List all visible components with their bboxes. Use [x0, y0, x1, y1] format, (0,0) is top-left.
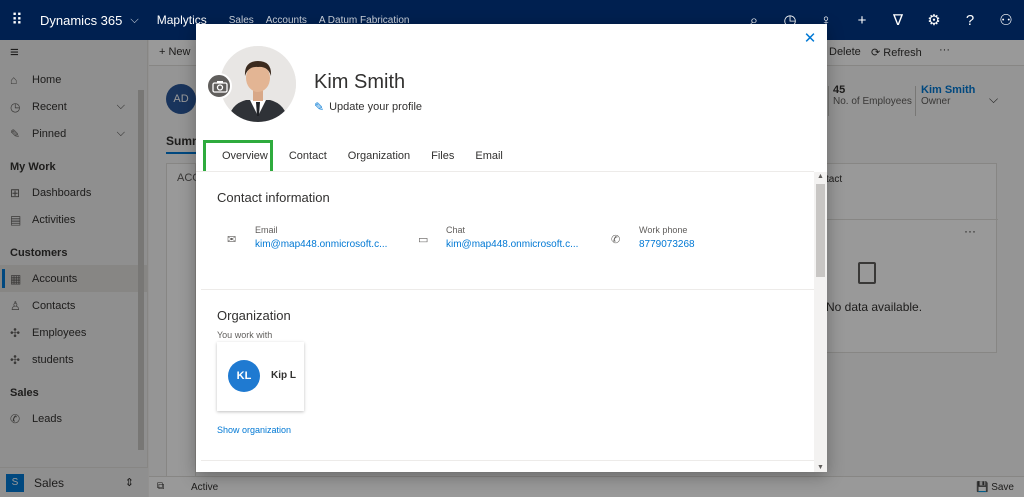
phone-icon: ✆	[611, 234, 621, 246]
phone-link[interactable]: 8779073268	[639, 239, 695, 250]
coworker-avatar: KL	[228, 360, 260, 392]
pencil-icon: ✎	[314, 100, 325, 114]
profile-dialog: ✕ Kim Smith ✎ Update your profile Overvi…	[196, 24, 827, 472]
scroll-thumb[interactable]	[816, 184, 825, 277]
app-launcher-icon[interactable]: ⠿	[0, 10, 34, 30]
coworker-name: Kip L	[271, 370, 296, 381]
update-profile-label: Update your profile	[329, 101, 423, 113]
chat-label: Chat	[446, 225, 466, 235]
phone-label: Work phone	[639, 225, 688, 235]
tab-email[interactable]: Email	[467, 148, 511, 172]
email-item: ✉ Email kim@map448.onmicrosoft.c...	[227, 225, 387, 250]
email-link[interactable]: kim@map448.onmicrosoft.c...	[255, 239, 387, 250]
phone-item: ✆ Work phone 8779073268	[611, 225, 695, 250]
contact-info-title: Contact information	[217, 190, 330, 205]
profile-name: Kim Smith	[314, 71, 406, 93]
chat-icon: ▭	[418, 234, 429, 246]
help-icon[interactable]: ?	[952, 12, 988, 29]
user-icon[interactable]: ⚇	[988, 11, 1024, 29]
email-label: Email	[255, 225, 278, 235]
chat-link[interactable]: kim@map448.onmicrosoft.c...	[446, 239, 578, 250]
tab-files[interactable]: Files	[423, 148, 462, 172]
tab-organization[interactable]: Organization	[340, 148, 418, 172]
camera-icon[interactable]	[206, 73, 232, 99]
chevron-down-icon[interactable]: ⌵	[130, 14, 138, 27]
chat-item: ▭ Chat kim@map448.onmicrosoft.c...	[418, 225, 578, 250]
coworker-card[interactable]: KL Kip L	[217, 342, 304, 411]
dialog-scrollbar[interactable]: ▲ ▼	[814, 172, 827, 472]
section-divider	[201, 289, 814, 290]
filter-icon[interactable]: ∇	[880, 11, 916, 29]
organization-title: Organization	[217, 308, 291, 323]
tab-contact[interactable]: Contact	[281, 148, 335, 172]
overview-content: Contact information ✉ Email kim@map448.o…	[196, 172, 814, 472]
section-divider	[201, 460, 814, 461]
brand-title[interactable]: Dynamics 365	[40, 13, 122, 28]
scroll-down-icon[interactable]: ▼	[817, 464, 824, 471]
gear-icon[interactable]: ⚙	[916, 11, 952, 29]
mail-icon: ✉	[227, 234, 237, 246]
add-icon[interactable]: +	[844, 12, 880, 29]
close-icon[interactable]: ✕	[801, 30, 819, 48]
app-window: ⠿ Dynamics 365 ⌵ Maplytics Sales Account…	[0, 0, 1024, 497]
show-organization-link[interactable]: Show organization	[217, 425, 291, 435]
scroll-up-icon[interactable]: ▲	[817, 173, 824, 180]
update-profile-link[interactable]: ✎ Update your profile	[314, 100, 422, 114]
you-work-with-label: You work with	[217, 330, 273, 340]
